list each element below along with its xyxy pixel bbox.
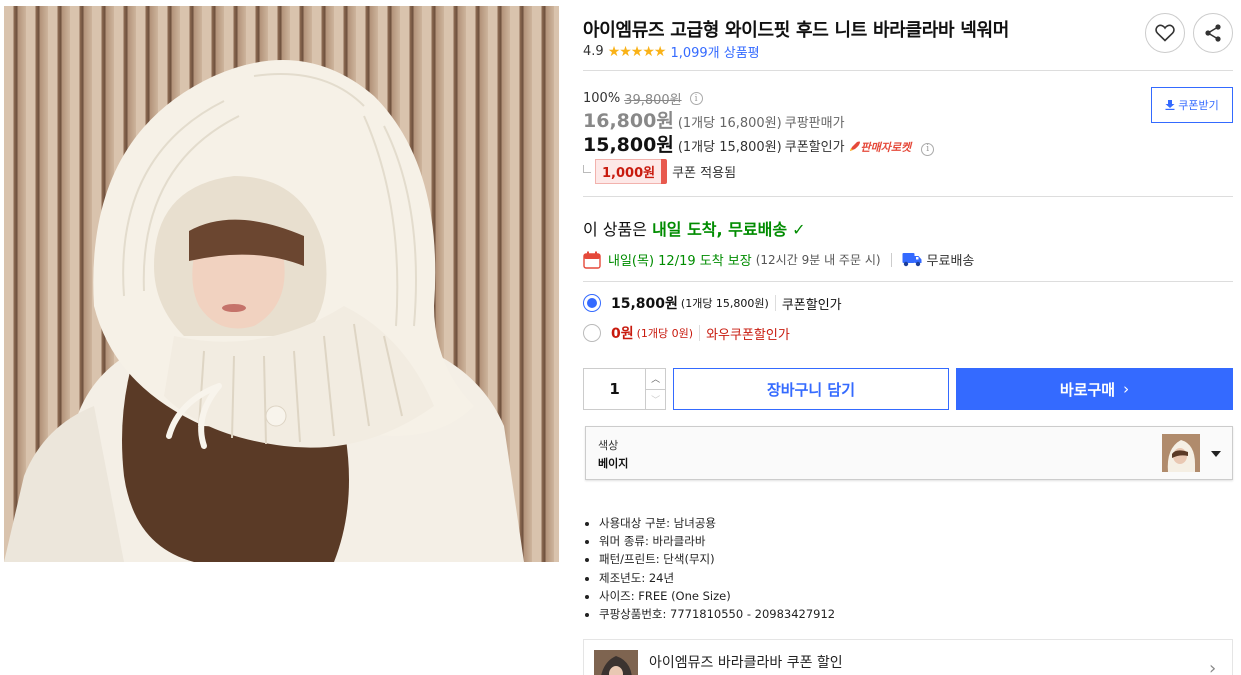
caret-down-icon[interactable] xyxy=(1211,451,1221,457)
option-price: 15,800원 xyxy=(611,296,678,312)
attribute-item: 사용대상 구분: 남녀공용 xyxy=(599,514,835,532)
attribute-item: 패턴/프린트: 단색(무지) xyxy=(599,550,835,568)
product-attributes-list: 사용대상 구분: 남녀공용 워머 종류: 바라클라바 패턴/프린트: 단색(무지… xyxy=(599,514,835,623)
promotion-text: 아이엠뮤즈 바라클라바 쿠폰 할인 xyxy=(649,655,843,671)
download-icon xyxy=(1165,100,1175,110)
attribute-item: 제조년도: 24년 xyxy=(599,569,835,587)
option-price: 0원 xyxy=(611,326,634,342)
color-thumbnail xyxy=(1162,434,1200,472)
add-to-cart-label: 장바구니 담기 xyxy=(766,380,856,399)
wishlist-button[interactable] xyxy=(1145,13,1185,53)
share-icon xyxy=(1205,24,1221,42)
chevron-right-icon[interactable]: › xyxy=(1209,658,1216,675)
quantity-arrows: ︿ ﹀ xyxy=(645,369,665,409)
price-divider xyxy=(583,196,1233,197)
chevron-right-icon: › xyxy=(1123,380,1130,398)
attribute-item: 사이즈: FREE (One Size) xyxy=(599,587,835,605)
option-unit-price: (1개당 0원) xyxy=(636,327,694,340)
coupon-applied-row: 1,000원 쿠폰 적용됨 xyxy=(583,159,736,184)
discount-rate: 100% xyxy=(583,91,621,106)
delivery-divider xyxy=(583,281,1233,282)
delivery-head-prefix: 이 상품은 xyxy=(583,220,647,239)
coupon-price-row: 15,800원 (1개당 15,800원) 쿠폰할인가 판매자로켓 i xyxy=(583,130,935,157)
tree-connector xyxy=(583,164,591,173)
coupon-amount-badge: 1,000원 xyxy=(595,159,668,184)
coupon-price: 15,800원 xyxy=(583,134,674,156)
heart-icon xyxy=(1155,24,1175,42)
option-separator xyxy=(699,325,701,341)
quantity-up-icon[interactable]: ︿ xyxy=(646,369,665,389)
product-main-image[interactable] xyxy=(4,6,559,562)
option-radio[interactable] xyxy=(583,324,601,342)
arrival-guarantee: 내일(목) 12/19 도착 보장 xyxy=(608,254,752,269)
quantity-stepper[interactable]: 1 ︿ ﹀ xyxy=(583,368,666,410)
promo-thumbnail xyxy=(594,650,638,675)
check-icon: ✓ xyxy=(792,220,806,239)
sale-price: 16,800원 xyxy=(583,110,674,132)
option-label: 와우쿠폰할인가 xyxy=(706,327,790,343)
free-shipping-text: 무료배송 xyxy=(926,254,975,269)
color-select-value: 베이지 xyxy=(598,457,629,470)
option-coupon-price[interactable]: 15,800원 (1개당 15,800원) 쿠폰할인가 xyxy=(583,293,842,313)
promotion-banner[interactable]: 아이엠뮤즈 바라클라바 쿠폰 할인 › xyxy=(583,639,1233,675)
delivery-headline: 이 상품은 내일 도착, 무료배송 ✓ xyxy=(583,216,806,240)
coupon-download-label: 쿠폰받기 xyxy=(1178,99,1219,112)
share-button[interactable] xyxy=(1193,13,1233,53)
attribute-item: 워머 종류: 바라클라바 xyxy=(599,532,835,550)
rocket-icon xyxy=(849,141,860,151)
calendar-icon xyxy=(583,251,601,269)
coupon-price-label: 쿠폰할인가 xyxy=(784,140,845,155)
delivery-head-highlight: 내일 도착, 무료배송 xyxy=(652,220,788,239)
order-deadline: (12시간 9분 내 주문 시) xyxy=(755,253,881,267)
sale-price-label: 쿠팡판매가 xyxy=(784,116,845,131)
option-wow-coupon-price[interactable]: 0원 (1개당 0원) 와우쿠폰할인가 xyxy=(583,323,790,343)
coupon-info-icon[interactable]: i xyxy=(921,142,935,156)
rating-stars-icon: ★★★★★ xyxy=(607,43,667,60)
option-unit-price: (1개당 15,800원) xyxy=(680,297,769,310)
coupon-download-button[interactable]: 쿠폰받기 xyxy=(1151,87,1233,123)
header-divider xyxy=(583,70,1233,71)
coupon-unit-price: (1개당 15,800원) xyxy=(677,140,782,155)
rating-score: 4.9 xyxy=(583,44,604,59)
color-option-select[interactable]: 색상 베이지 xyxy=(585,426,1233,480)
buy-now-label: 바로구매 xyxy=(1059,380,1116,399)
coupon-applied-text: 쿠폰 적용됨 xyxy=(672,166,737,181)
delivery-detail-row: 내일(목) 12/19 도착 보장 (12시간 9분 내 주문 시) 무료배송 xyxy=(583,250,974,269)
product-info-panel: 아이엠뮤즈 고급형 와이드핏 후드 니트 바라클라바 넥워머 4.9 ★★★★★… xyxy=(583,0,1233,675)
quantity-down-icon[interactable]: ﹀ xyxy=(646,388,665,410)
buy-now-button[interactable]: 바로구매 › xyxy=(956,368,1233,410)
seller-rocket-text: 판매자로켓 xyxy=(860,141,912,154)
sale-price-row: 16,800원 (1개당 16,800원) 쿠팡판매가 xyxy=(583,106,845,133)
add-to-cart-button[interactable]: 장바구니 담기 xyxy=(673,368,949,410)
truck-icon xyxy=(902,253,922,267)
sale-unit-price: (1개당 16,800원) xyxy=(677,116,782,131)
option-radio-selected[interactable] xyxy=(583,294,601,312)
rating-row: 4.9 ★★★★★ 1,099개 상품평 xyxy=(583,42,760,62)
review-count-link[interactable]: 1,099개 상품평 xyxy=(670,42,759,61)
color-select-label: 색상 xyxy=(598,439,619,452)
option-separator xyxy=(774,295,776,311)
option-label: 쿠폰할인가 xyxy=(781,297,842,313)
thumbnail-image xyxy=(1162,434,1200,472)
seller-rocket-badge: 판매자로켓 xyxy=(849,139,912,155)
product-title: 아이엠뮤즈 고급형 와이드핏 후드 니트 바라클라바 넥워머 xyxy=(583,20,1010,41)
attribute-item: 쿠팡상품번호: 7771810550 - 20983427912 xyxy=(599,605,835,623)
promo-thumbnail-image xyxy=(594,650,638,675)
product-photo-illustration xyxy=(4,60,524,562)
info-icon[interactable]: i xyxy=(689,92,703,105)
delivery-separator xyxy=(890,252,892,267)
quantity-input[interactable]: 1 xyxy=(584,369,645,409)
